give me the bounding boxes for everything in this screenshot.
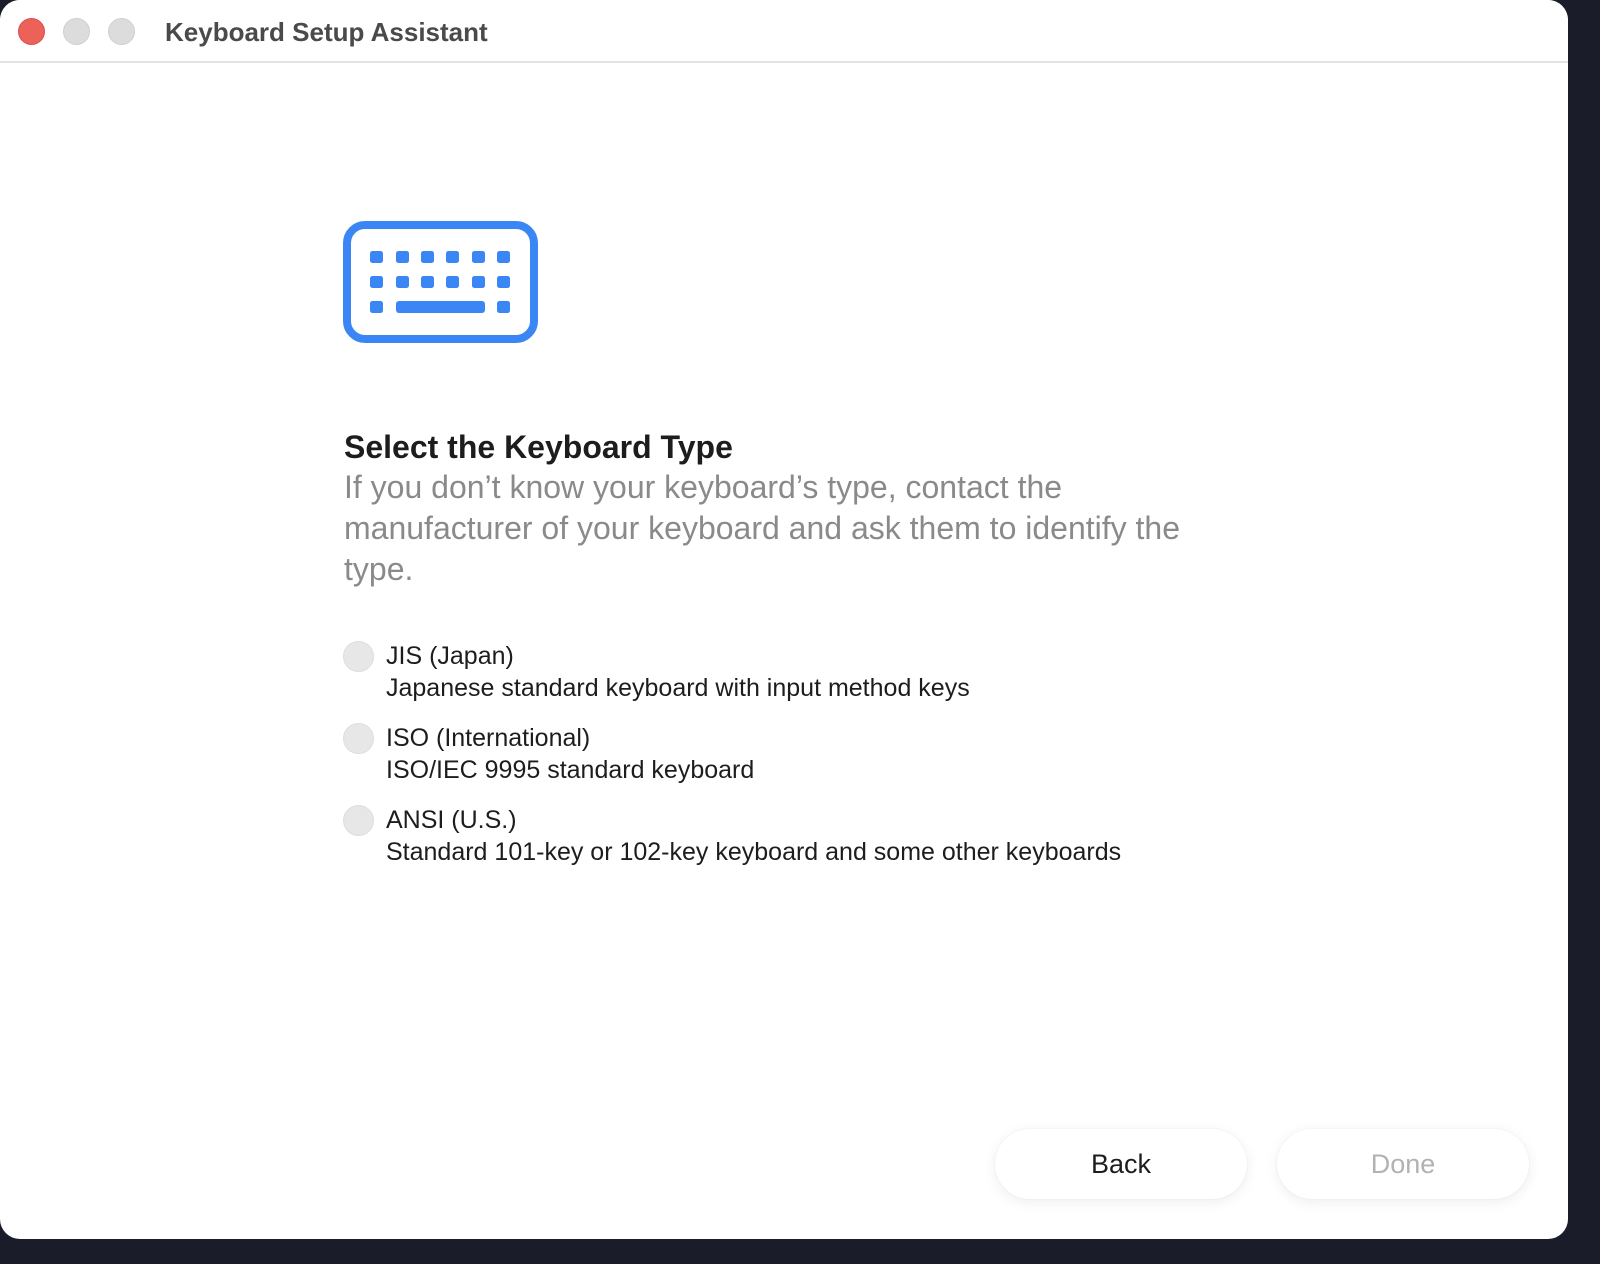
radio-button-jis[interactable]	[343, 641, 374, 672]
option-description: Standard 101-key or 102-key keyboard and…	[386, 838, 1122, 866]
radio-button-iso[interactable]	[343, 723, 374, 754]
close-window-button[interactable]	[18, 18, 45, 45]
option-label: JIS (Japan)	[386, 642, 514, 670]
page-heading: Select the Keyboard Type	[344, 429, 733, 465]
radio-button-ansi[interactable]	[343, 805, 374, 836]
option-label: ISO (International)	[386, 724, 591, 752]
title-bar: Keyboard Setup Assistant	[0, 0, 1568, 63]
back-button[interactable]: Back	[995, 1129, 1247, 1199]
keyboard-setup-window: Keyboard Setup Assistant Select the Keyb…	[0, 0, 1568, 1239]
option-description: ISO/IEC 9995 standard keyboard	[386, 756, 755, 784]
option-label: ANSI (U.S.)	[386, 806, 517, 834]
keyboard-type-option-iso[interactable]: ISO (International) ISO/IEC 9995 standar…	[343, 720, 1243, 792]
page-description: If you don’t know your keyboard’s type, …	[344, 469, 1181, 587]
keyboard-icon	[343, 221, 538, 343]
minimize-window-button[interactable]	[63, 18, 90, 45]
keyboard-type-option-ansi[interactable]: ANSI (U.S.) Standard 101-key or 102-key …	[343, 802, 1243, 874]
keyboard-type-option-jis[interactable]: JIS (Japan) Japanese standard keyboard w…	[343, 638, 1243, 710]
done-button[interactable]: Done	[1277, 1129, 1529, 1199]
window-title: Keyboard Setup Assistant	[165, 17, 488, 47]
option-description: Japanese standard keyboard with input me…	[386, 674, 970, 702]
zoom-window-button[interactable]	[108, 18, 135, 45]
